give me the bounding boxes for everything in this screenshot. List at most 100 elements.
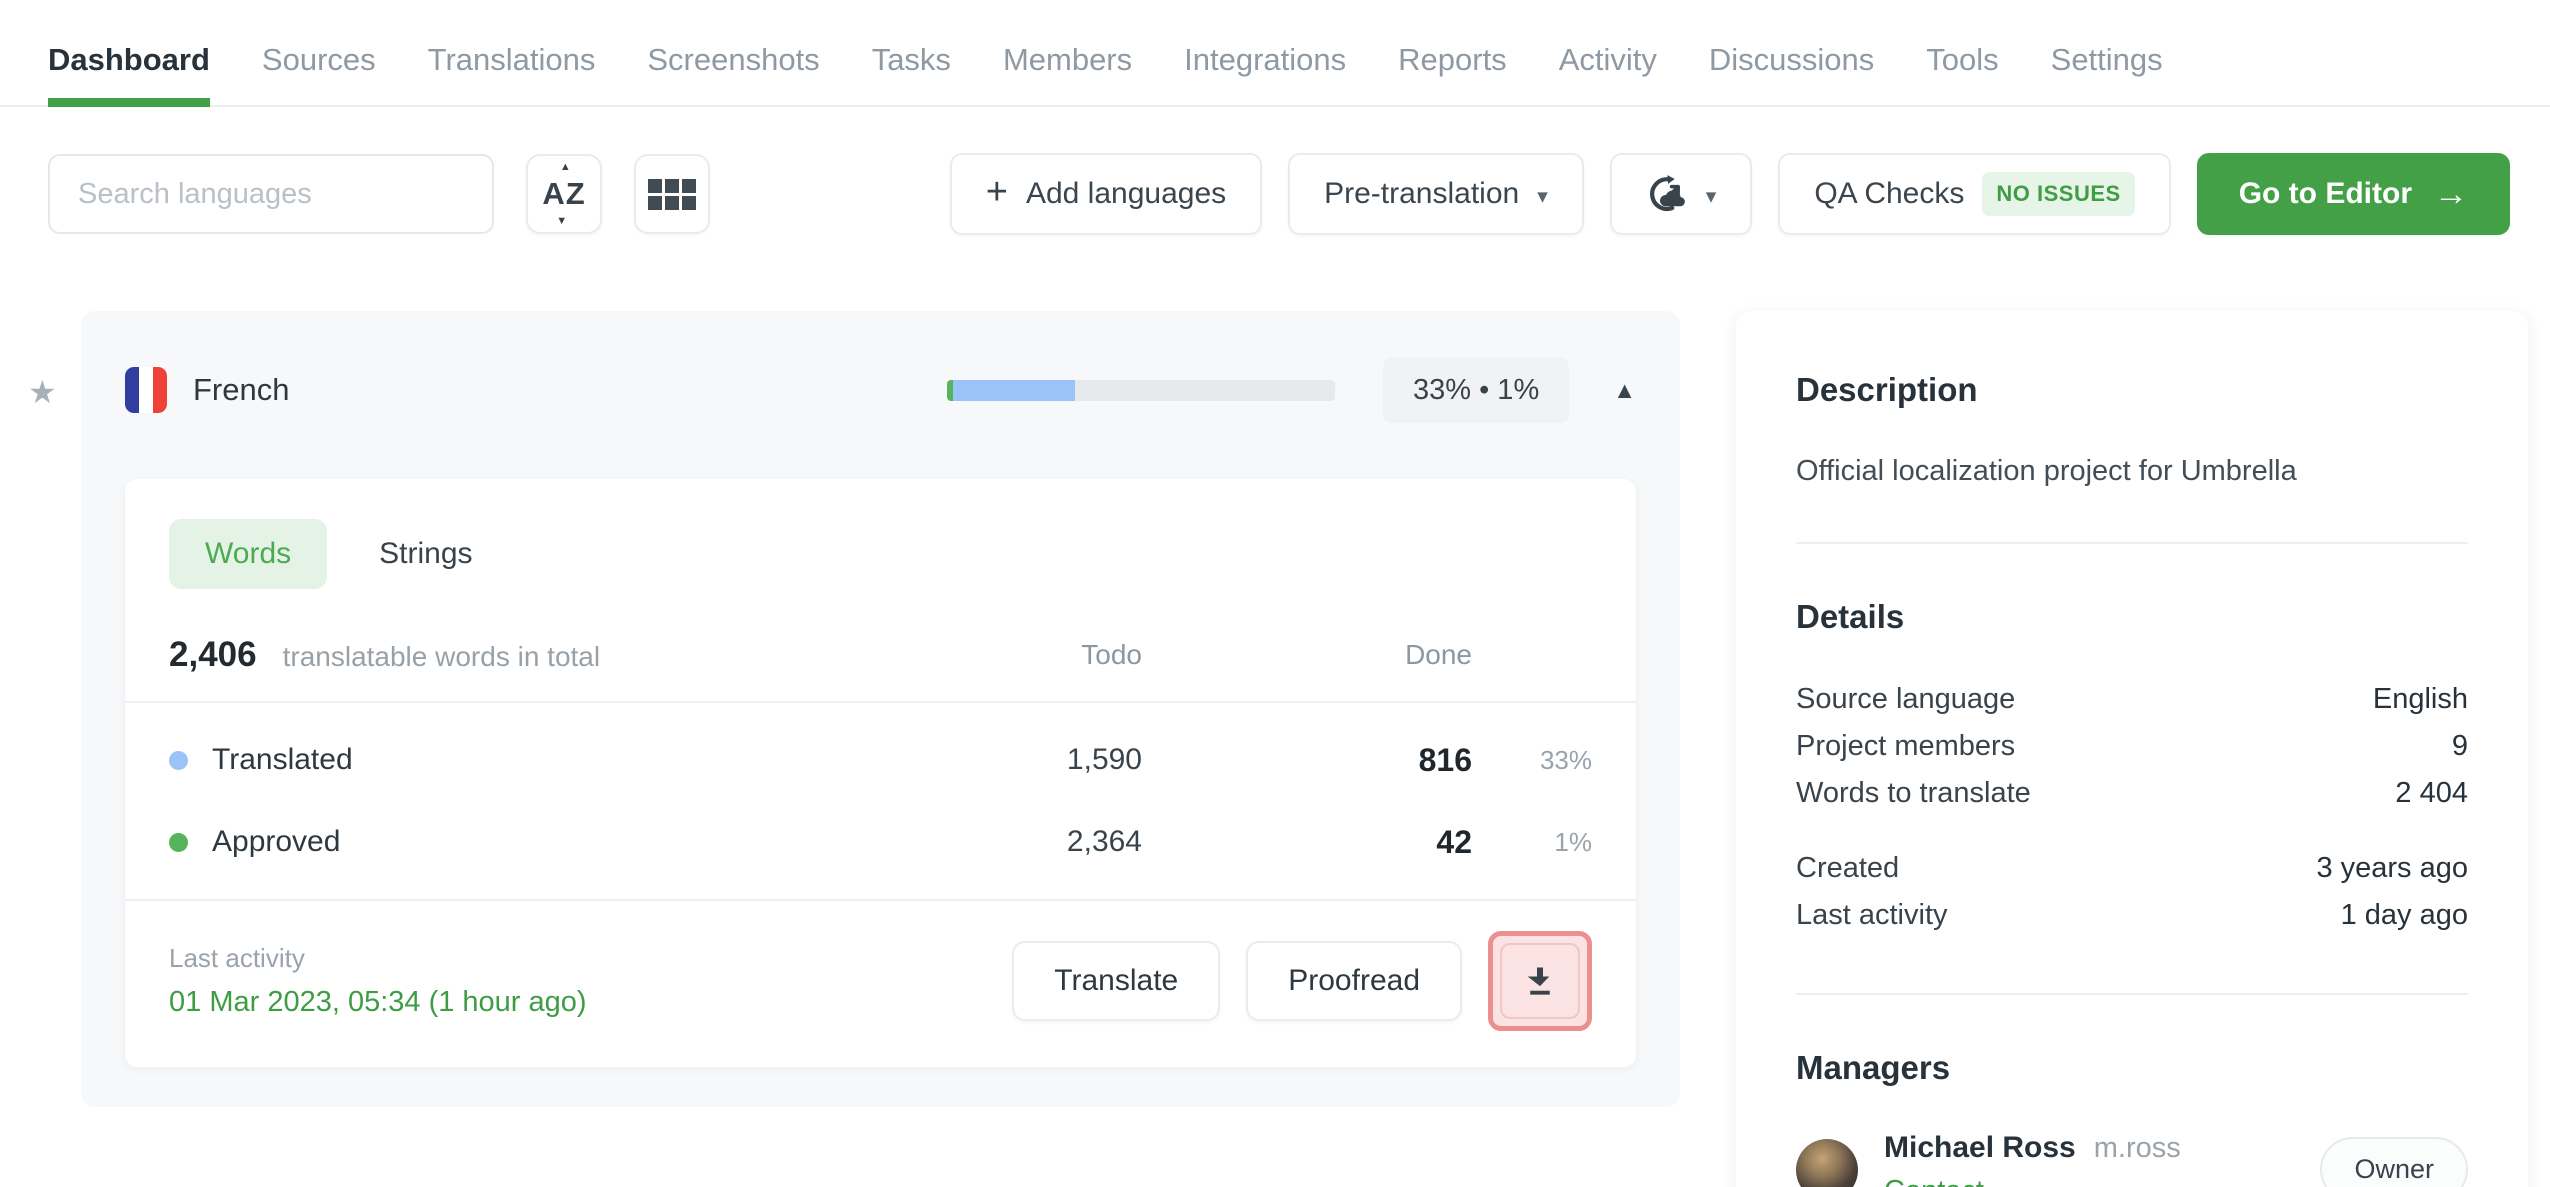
total-words-count: 2,406 xyxy=(169,635,257,674)
detail-label: Created xyxy=(1796,852,1900,884)
divider xyxy=(1796,993,2468,995)
pre-translation-button[interactable]: Pre-translation ▾ xyxy=(1288,153,1584,235)
plus-icon: + xyxy=(985,171,1008,213)
description-text: Official localization project for Umbrel… xyxy=(1796,455,2297,487)
french-flag-icon xyxy=(125,367,167,413)
caret-down-icon: ▾ xyxy=(1537,184,1548,208)
tab-dashboard[interactable]: Dashboard xyxy=(48,42,210,107)
translated-dot-icon xyxy=(169,750,188,770)
project-dashboard-page: Dashboard Sources Translations Screensho… xyxy=(0,0,2550,1187)
cloud-sync-icon xyxy=(1649,175,1685,212)
owner-role-badge[interactable]: Owner xyxy=(2320,1137,2468,1187)
languages-toolbar: AZ + Add languages Pre-translation ▾ xyxy=(0,107,2550,235)
sort-az-icon: AZ xyxy=(538,170,589,218)
language-stats-card: Words Strings 2,406 translatable words i… xyxy=(125,479,1636,1067)
column-header-done: Done xyxy=(1405,639,1472,670)
last-activity-block: Last activity 01 Mar 2023, 05:34 (1 hour… xyxy=(169,943,587,1019)
details-title: Details xyxy=(1796,598,1905,635)
cloud-sync-button[interactable]: ▾ xyxy=(1609,153,1753,235)
detail-row-created: Created 3 years ago xyxy=(1796,845,2468,892)
approved-dot-icon xyxy=(169,832,188,852)
collapse-chevron-icon[interactable]: ▲ xyxy=(1613,377,1636,404)
proofread-button[interactable]: Proofread xyxy=(1246,941,1462,1021)
add-languages-button[interactable]: + Add languages xyxy=(949,153,1263,235)
caret-down-icon: ▾ xyxy=(1705,184,1717,208)
manager-list-item: Michael Ross m.ross Contact Owner xyxy=(1796,1131,2468,1187)
download-button[interactable] xyxy=(1500,943,1580,1019)
languages-list: ★ French 33% • 1% ▲ Words Strings 2,406 … xyxy=(0,311,1680,1107)
total-words-caption: translatable words in total xyxy=(282,641,601,672)
toggle-strings[interactable]: Strings xyxy=(379,519,472,589)
detail-label: Source language xyxy=(1796,683,2016,715)
favorite-star-icon[interactable]: ★ xyxy=(28,373,57,411)
description-title: Description xyxy=(1796,371,1978,408)
tab-screenshots[interactable]: Screenshots xyxy=(647,42,819,105)
tab-tasks[interactable]: Tasks xyxy=(872,42,951,105)
footer-actions: Translate Proofread xyxy=(1012,931,1592,1031)
last-activity-link[interactable]: 01 Mar 2023, 05:34 (1 hour ago) xyxy=(169,986,587,1019)
stats-rows: Translated 1,590 816 33% Approved 2,364 xyxy=(125,703,1636,899)
translation-progress-bar xyxy=(947,379,1335,401)
detail-label: Last activity xyxy=(1796,899,1948,931)
divider xyxy=(1796,542,2468,544)
tab-discussions[interactable]: Discussions xyxy=(1709,42,1874,105)
tab-tools[interactable]: Tools xyxy=(1926,42,1998,105)
detail-row-words-to-translate: Words to translate 2 404 xyxy=(1796,770,2468,817)
approved-todo-value: 2,364 xyxy=(1066,825,1142,858)
arrow-right-icon: → xyxy=(2434,174,2468,213)
stats-header: 2,406 translatable words in total Todo D… xyxy=(125,589,1636,703)
last-activity-label: Last activity xyxy=(169,943,305,973)
grid-view-button[interactable] xyxy=(634,154,710,234)
project-nav: Dashboard Sources Translations Screensho… xyxy=(0,0,2550,107)
translate-button[interactable]: Translate xyxy=(1012,941,1221,1021)
main-content: ★ French 33% • 1% ▲ Words Strings 2,406 … xyxy=(0,235,2550,1187)
grid-view-icon xyxy=(648,178,696,210)
translated-progress-segment xyxy=(952,379,1076,401)
detail-value: 3 years ago xyxy=(2316,852,2468,884)
tab-activity[interactable]: Activity xyxy=(1559,42,1657,105)
sort-az-button[interactable]: AZ xyxy=(526,154,602,234)
translated-done-value: 816 xyxy=(1418,741,1472,778)
detail-value: 1 day ago xyxy=(2340,899,2468,931)
manager-username: m.ross xyxy=(2093,1132,2181,1164)
detail-label: Project members xyxy=(1796,730,2016,762)
column-header-todo: Todo xyxy=(1081,639,1142,670)
progress-percent-badge: 33% • 1% xyxy=(1383,357,1570,423)
project-info-sidebar: Description Official localization projec… xyxy=(1736,311,2528,1187)
units-toggle: Words Strings xyxy=(125,479,1636,589)
tab-translations[interactable]: Translations xyxy=(428,42,596,105)
tab-reports[interactable]: Reports xyxy=(1398,42,1507,105)
manager-name: Michael Ross xyxy=(1884,1131,2076,1164)
tab-members[interactable]: Members xyxy=(1003,42,1132,105)
tab-settings[interactable]: Settings xyxy=(2051,42,2163,105)
add-languages-label: Add languages xyxy=(1025,177,1227,210)
download-icon xyxy=(1527,967,1550,995)
tab-integrations[interactable]: Integrations xyxy=(1184,42,1346,105)
detail-row-project-members: Project members 9 xyxy=(1796,723,2468,770)
detail-value: 2 404 xyxy=(2395,777,2468,809)
tab-sources[interactable]: Sources xyxy=(262,42,376,105)
language-name: French xyxy=(193,372,290,407)
approved-done-value: 42 xyxy=(1436,823,1472,860)
translated-todo-value: 1,590 xyxy=(1066,743,1142,776)
qa-checks-button[interactable]: QA Checks NO ISSUES xyxy=(1778,153,2171,235)
download-button-highlight xyxy=(1488,931,1592,1031)
go-to-editor-label: Go to Editor xyxy=(2238,177,2412,210)
manager-info: Michael Ross m.ross Contact xyxy=(1884,1131,2181,1187)
manager-contact-link[interactable]: Contact xyxy=(1884,1175,2181,1187)
managers-title: Managers xyxy=(1796,1049,1951,1086)
table-row-approved: Approved 2,364 42 1% xyxy=(125,801,1636,883)
language-row[interactable]: French 33% • 1% ▲ xyxy=(125,341,1636,439)
translated-percent-value: 33% xyxy=(1539,744,1592,775)
detail-value: 9 xyxy=(2451,730,2468,762)
toggle-words[interactable]: Words xyxy=(169,519,328,589)
table-row-translated: Translated 1,590 816 33% xyxy=(125,719,1636,801)
pre-translation-label: Pre-translation xyxy=(1324,177,1520,210)
toolbar-actions: + Add languages Pre-translation ▾ ▾ QA C… xyxy=(949,153,2510,235)
row-label-translated: Translated xyxy=(212,743,353,776)
search-languages-input[interactable] xyxy=(48,154,494,234)
qa-status-badge: NO ISSUES xyxy=(1982,172,2135,216)
go-to-editor-button[interactable]: Go to Editor → xyxy=(2196,153,2510,235)
language-panel-french: French 33% • 1% ▲ Words Strings 2,406 tr… xyxy=(81,311,1680,1107)
detail-row-source-language: Source language English xyxy=(1796,676,2468,723)
